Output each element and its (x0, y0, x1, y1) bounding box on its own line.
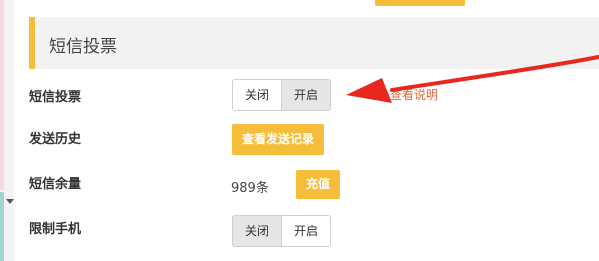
annotation-arrow-icon (346, 55, 599, 103)
